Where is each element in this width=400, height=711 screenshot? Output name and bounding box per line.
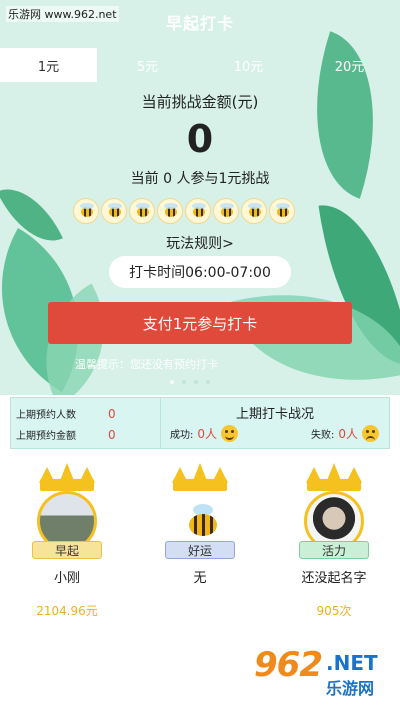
sad-face-icon bbox=[362, 425, 379, 442]
logo-cn: 乐游网 bbox=[326, 679, 375, 698]
bee-icon bbox=[241, 198, 267, 224]
bee-icon bbox=[157, 198, 183, 224]
prev-booking-count-label: 上期预约人数 bbox=[16, 410, 76, 421]
leader-name: 小刚 bbox=[53, 571, 80, 586]
fail-value: 0人 bbox=[338, 427, 358, 441]
leader-badge: 好运 bbox=[165, 541, 235, 559]
tab-5yuan[interactable]: 5元 bbox=[97, 48, 198, 82]
leader-lucky[interactable]: 好运 无 bbox=[155, 463, 245, 602]
success-label: 成功: bbox=[170, 430, 194, 441]
bee-icon bbox=[101, 198, 127, 224]
leader-name: 还没起名字 bbox=[301, 571, 367, 586]
carousel-dot[interactable] bbox=[194, 380, 198, 384]
fail-label: 失败: bbox=[310, 430, 335, 441]
leader-name: 无 bbox=[193, 571, 207, 586]
happy-face-icon bbox=[221, 425, 239, 442]
leader-value: 2104.96元 bbox=[36, 604, 98, 618]
participants-text: 当前 0 人参与1元挑战 bbox=[130, 171, 270, 187]
prev-booking-amount-value: 0 bbox=[108, 427, 116, 442]
tab-10yuan[interactable]: 10元 bbox=[198, 48, 299, 82]
prev-result-stats: 上期打卡战况 成功: 0人 失败: 0人 bbox=[161, 398, 389, 448]
pay-button[interactable]: 支付1元参与打卡 bbox=[48, 302, 352, 344]
crown-icon bbox=[36, 463, 98, 491]
leader-early-riser[interactable]: 早起 小刚 2104.96元 bbox=[22, 463, 112, 619]
crown-icon bbox=[169, 463, 231, 491]
page-title: 早起打卡 bbox=[165, 14, 234, 33]
leader-value: 905次 bbox=[316, 604, 352, 618]
result-title: 上期打卡战况 bbox=[235, 407, 314, 422]
bee-icon bbox=[269, 198, 295, 224]
leader-active[interactable]: 活力 还没起名字 905次 bbox=[289, 463, 379, 619]
site-logo: 962 .NET 乐游网 bbox=[254, 645, 392, 701]
carousel-dot[interactable] bbox=[170, 380, 174, 384]
tip-text: 温馨提示：您还没有预约打卡 bbox=[75, 358, 218, 371]
prev-booking-amount-label: 上期预约金额 bbox=[16, 431, 76, 442]
carousel-dot[interactable] bbox=[206, 380, 210, 384]
bee-icon bbox=[185, 198, 211, 224]
leader-badge: 早起 bbox=[32, 541, 102, 559]
tab-20yuan[interactable]: 20元 bbox=[299, 48, 400, 82]
crown-icon bbox=[303, 463, 365, 491]
rules-link[interactable]: 玩法规则> bbox=[0, 233, 400, 253]
prev-booking-stats: 上期预约人数 0 上期预约金额 0 bbox=[11, 398, 161, 448]
carousel-dots bbox=[170, 380, 210, 384]
hero-banner: 乐游网 www.962.net 早起打卡 1元 5元 10元 20元 当前挑战金… bbox=[0, 0, 400, 395]
bee-avatar-row bbox=[73, 198, 295, 224]
checkin-time: 打卡时间06:00-07:00 bbox=[109, 256, 291, 288]
logo-number: 962 bbox=[254, 645, 323, 685]
success-value: 0人 bbox=[197, 427, 218, 441]
logo-net: .NET bbox=[326, 651, 378, 675]
tab-1yuan[interactable]: 1元 bbox=[0, 48, 97, 82]
prev-booking-count-value: 0 bbox=[108, 406, 116, 421]
carousel-dot[interactable] bbox=[182, 380, 186, 384]
amount-label: 当前挑战金额(元) bbox=[141, 93, 259, 111]
leader-badge: 活力 bbox=[299, 541, 369, 559]
bee-icon bbox=[213, 198, 239, 224]
amount-value: 0 bbox=[186, 117, 214, 161]
bee-icon bbox=[129, 198, 155, 224]
bee-icon bbox=[73, 198, 99, 224]
stats-card: 上期预约人数 0 上期预约金额 0 上期打卡战况 成功: 0人 失败: 0人 bbox=[10, 397, 390, 449]
amount-tabs: 1元 5元 10元 20元 bbox=[0, 48, 400, 82]
